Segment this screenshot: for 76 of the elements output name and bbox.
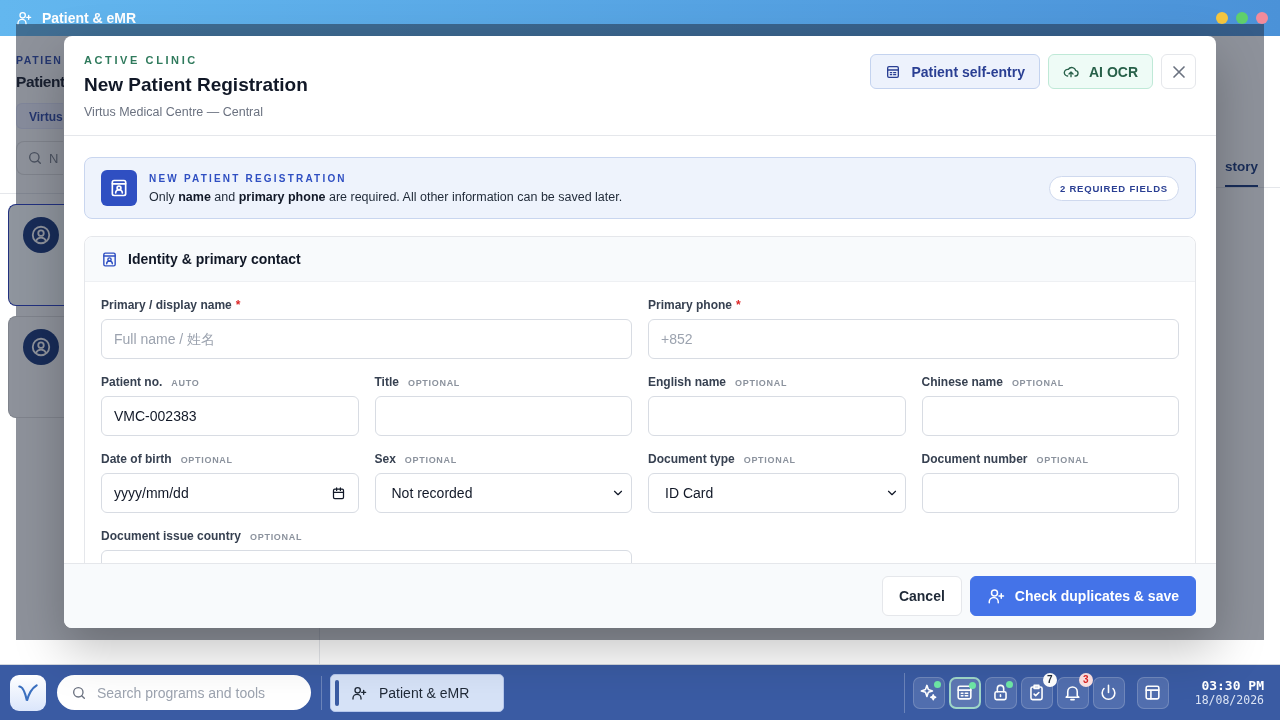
cancel-button[interactable]: Cancel [881,576,962,616]
dialog-title: New Patient Registration [84,74,308,96]
section-title: Identity & primary contact [128,251,301,267]
close-button[interactable] [1161,54,1196,89]
section-eyebrow: PATIEN [16,54,63,66]
field-label: Document issue country [101,529,242,543]
field-hint: OPTIONAL [250,532,303,542]
person-icon [351,684,367,701]
field-hint: OPTIONAL [735,378,788,388]
maximize-button[interactable] [1236,12,1248,24]
input-field[interactable]: VMC-002383 [101,396,359,436]
sparkle-icon [919,683,939,702]
field-label: Patient no. [101,375,163,389]
close-button[interactable] [1256,12,1268,24]
input-field[interactable] [648,396,906,436]
field-hint: OPTIONAL [743,455,796,465]
field-label: English name [648,375,727,389]
required-mark: * [736,298,741,312]
layout-icon [1143,683,1163,702]
clinic-name: Virtus Medical Centre — Central [84,105,264,119]
field-label: Primary / display name [101,298,232,312]
search-icon [71,684,87,701]
tray-button[interactable] [948,676,981,709]
field-label: Chinese name [921,375,1003,389]
banner-title: NEW PATIENT REGISTRATION [149,172,348,184]
input-field[interactable] [921,396,1179,436]
required-mark: * [235,298,241,312]
field-label: Document type [648,452,735,466]
user-plus-icon [986,587,1005,605]
field-hint: OPTIONAL [1036,455,1089,465]
input-field[interactable] [374,396,632,436]
tab[interactable]: story [1225,148,1258,187]
input-field[interactable] [921,473,1179,513]
id-card-icon [101,250,118,268]
count-badge: 7 [1042,672,1057,687]
select-field[interactable]: ID Card [648,473,906,513]
clock-date: 18/08/2026 [1194,693,1264,707]
search-icon [27,150,43,166]
calendar-icon [330,485,346,501]
clock-time: 03:30 PM [1201,678,1264,693]
power-icon [1099,683,1119,702]
field-hint: AUTO [171,378,200,388]
ai-ocr-button[interactable]: AI OCR [1048,54,1153,89]
required-fields-badge: 2 REQUIRED FIELDS [1048,175,1179,201]
id-card-icon [101,170,137,206]
input-field[interactable]: Full name / 姓名 [101,319,632,359]
field-hint: OPTIONAL [404,455,457,465]
patient-card[interactable] [8,316,64,418]
avatar-icon [23,329,59,365]
patient-self-entry-button[interactable]: Patient self-entry [870,54,1040,89]
save-button[interactable]: Check duplicates & save [969,576,1196,616]
field-label: Title [374,375,399,389]
minimize-button[interactable] [1216,12,1228,24]
window-title: Patient & eMR [42,10,137,26]
date-field[interactable]: yyyy/mm/dd [101,473,359,513]
select-field[interactable]: Not recorded [374,473,632,513]
form-icon [955,683,975,702]
bell-icon [1063,683,1083,702]
banner-text: Only name and primary phone are required. All other information can be saved later. [149,189,623,204]
form-icon [885,63,902,80]
field-label: Date of birth [101,452,172,466]
field-label: Document number [921,452,1028,466]
page-heading: Patient [16,73,65,91]
field-label: Primary phone [648,298,733,312]
input-field[interactable]: +852 [648,319,1179,359]
clinic-eyebrow: ACTIVE CLINIC [84,54,199,66]
field-label: Sex [374,452,396,466]
person-icon [16,10,32,26]
field-hint: OPTIONAL [407,378,461,388]
field-hint: OPTIONAL [1011,378,1064,388]
patient-card[interactable] [8,204,64,306]
taskbar-app-button[interactable]: Patient & eMR [330,673,504,712]
avatar-icon [23,217,59,253]
field-hint: OPTIONAL [180,455,233,465]
logo-icon[interactable] [10,674,46,711]
count-badge: 3 [1078,672,1093,687]
